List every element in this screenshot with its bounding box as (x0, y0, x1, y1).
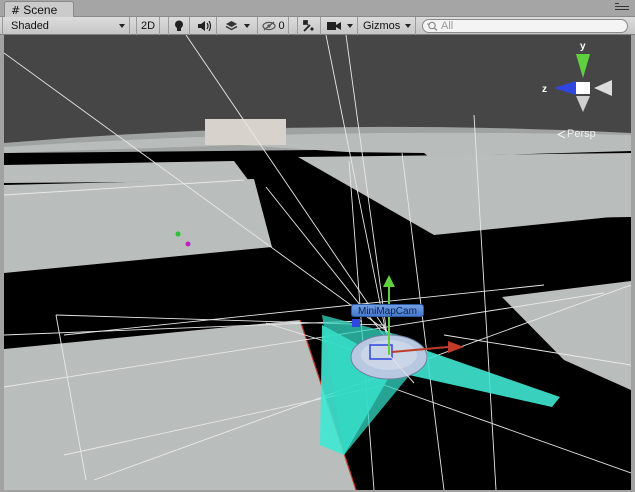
tab-scene[interactable]: # Scene (4, 1, 74, 18)
persp-chevron-icon (557, 129, 566, 139)
gizmo-y-label: y (580, 41, 586, 52)
tools-button[interactable] (297, 17, 321, 35)
gizmo-neg-y-cone (576, 96, 590, 112)
green-marker (175, 231, 181, 237)
search-placeholder: All (441, 20, 454, 32)
audio-toggle[interactable] (191, 17, 217, 35)
gizmos-label: Gizmos (363, 20, 401, 32)
search-icon (427, 21, 438, 31)
projection-toggle[interactable]: Persp (557, 128, 596, 140)
tab-bar: # Scene (0, 0, 635, 18)
lighting-toggle[interactable] (168, 17, 190, 35)
scene-viewport[interactable]: MiniMapCam y z Persp (4, 35, 631, 490)
scene-toolbar: Shaded 2D 0 Gizmos All (0, 17, 635, 35)
scene-hash-icon: # (11, 3, 21, 17)
gizmo-z-label: z (542, 84, 547, 95)
chevron-down-icon (405, 24, 411, 28)
chevron-down-icon (244, 24, 250, 28)
chevron-down-icon (346, 24, 353, 28)
lightbulb-icon (175, 20, 183, 31)
draw-mode-label: Shaded (11, 20, 49, 32)
gizmo-center-cube (576, 82, 590, 94)
gizmos-dropdown[interactable]: Gizmos (359, 17, 416, 35)
gizmo-z-cone (554, 81, 576, 95)
camera-settings-dropdown[interactable] (322, 17, 358, 35)
hidden-objects-toggle[interactable]: 0 (259, 17, 289, 35)
right-block (487, 169, 631, 219)
effects-dropdown[interactable] (218, 17, 258, 35)
toggle-2d-label: 2D (140, 20, 156, 32)
tools-icon (303, 20, 314, 32)
draw-mode-dropdown[interactable]: Shaded (2, 17, 130, 35)
magenta-marker (185, 241, 191, 247)
selected-object-label: MiniMapCam (351, 304, 424, 317)
projection-label: Persp (567, 128, 596, 140)
chevron-down-icon (119, 24, 125, 28)
panel-menu-icon[interactable] (615, 3, 629, 14)
layers-icon (225, 21, 238, 31)
eye-hidden-icon (262, 21, 277, 31)
hidden-count: 0 (278, 20, 285, 32)
orientation-gizmo[interactable]: y z (532, 40, 628, 120)
gizmo-y-cone (576, 54, 590, 78)
lower-left-plane (4, 320, 356, 490)
tab-scene-label: Scene (23, 3, 58, 17)
speaker-icon (197, 21, 211, 31)
gizmo-x-cone (594, 80, 612, 96)
camera-icon (326, 22, 341, 30)
toggle-2d-button[interactable]: 2D (136, 17, 160, 35)
search-input[interactable]: All (422, 19, 628, 33)
